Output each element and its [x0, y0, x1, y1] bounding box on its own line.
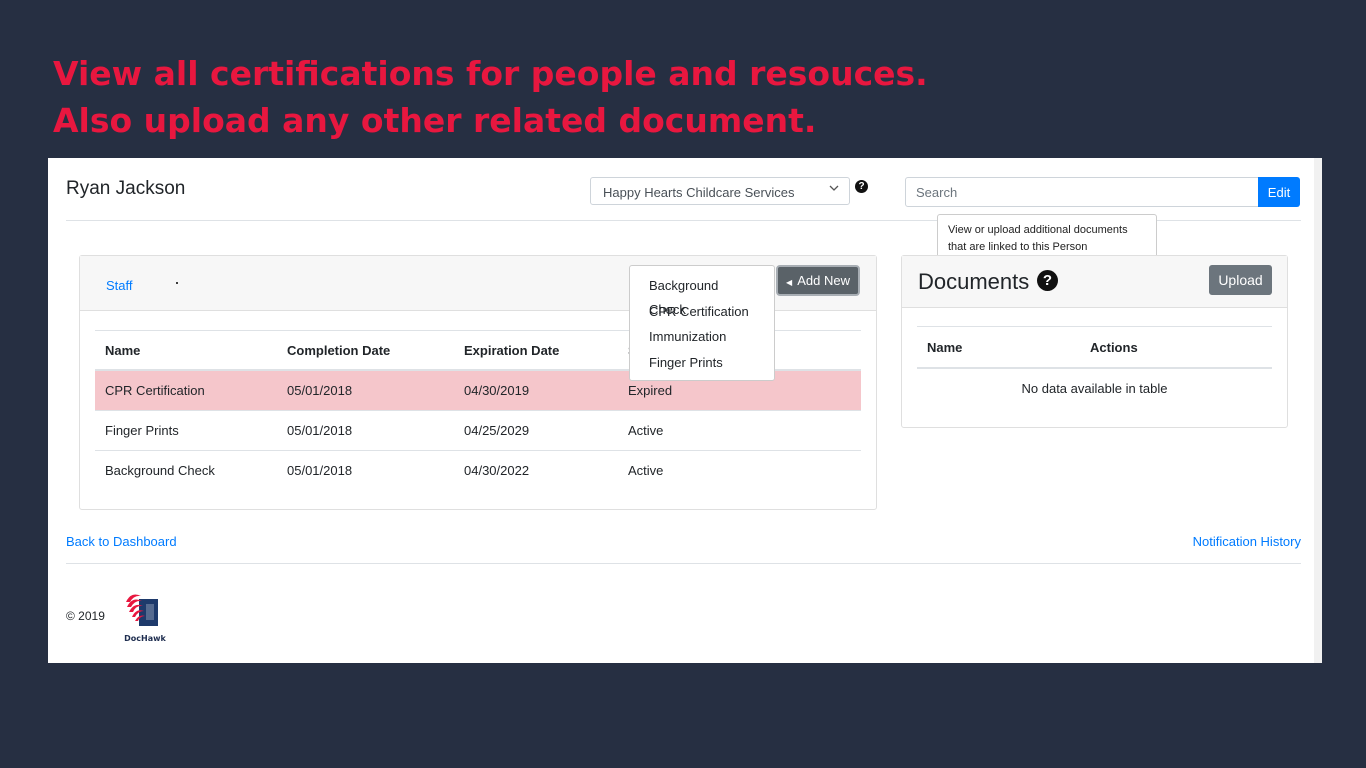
- menu-item-finger-prints[interactable]: Finger Prints: [630, 351, 774, 377]
- organization-select-value: Happy Hearts Childcare Services: [603, 185, 795, 200]
- menu-item-background-check[interactable]: Background Check: [630, 274, 774, 317]
- headline-line-1: View all certifications for people and r…: [53, 54, 928, 93]
- app-screen: Ryan Jackson Happy Hearts Childcare Serv…: [48, 158, 1322, 663]
- cell-name: CPR Certification: [95, 370, 277, 411]
- cell-completion-date: 05/01/2018: [277, 370, 454, 411]
- tab-staff[interactable]: Staff: [106, 278, 133, 293]
- cell-expiration-date: 04/25/2029: [454, 410, 618, 451]
- chevron-down-icon: [829, 183, 839, 196]
- cell-status: Active: [618, 450, 861, 490]
- organization-select[interactable]: Happy Hearts Childcare Services: [590, 177, 850, 205]
- cell-expiration-date: 04/30/2019: [454, 370, 618, 411]
- organization-help-icon[interactable]: ?: [855, 180, 868, 193]
- documents-table: Name Actions No data available in table: [917, 326, 1272, 407]
- person-name: Ryan Jackson: [66, 178, 186, 199]
- dochawk-logo: DocHawk: [124, 590, 166, 650]
- menu-item-cpr-certification[interactable]: CPR Certification: [630, 300, 774, 326]
- tooltip-line-2: that are linked to this Person: [948, 241, 1088, 253]
- empty-message: No data available in table: [1021, 380, 1168, 396]
- cell-completion-date: 05/01/2018: [277, 410, 454, 451]
- table-row[interactable]: Background Check 05/01/2018 04/30/2022 A…: [95, 450, 861, 490]
- cell-name: Finger Prints: [95, 410, 277, 451]
- column-header-name[interactable]: Name: [95, 330, 277, 371]
- documents-card-header: Documents ? Upload: [902, 256, 1287, 308]
- documents-title: Documents: [918, 269, 1030, 294]
- menu-item-immunization[interactable]: Immunization: [630, 325, 774, 351]
- edit-button[interactable]: Edit: [1258, 177, 1300, 207]
- back-to-dashboard-link[interactable]: Back to Dashboard: [66, 534, 177, 549]
- tooltip-line-1: View or upload additional documents: [948, 224, 1128, 236]
- caret-left-icon: ◀: [786, 278, 793, 287]
- cell-status: Active: [618, 410, 861, 451]
- scroll-edge: [1314, 158, 1322, 663]
- add-new-button[interactable]: ◀ Add New: [776, 265, 860, 296]
- cell-completion-date: 05/01/2018: [277, 450, 454, 490]
- column-header-expiration-date[interactable]: Expiration Date: [454, 330, 618, 371]
- add-new-label: Add New: [797, 273, 850, 288]
- empty-row: No data available in table: [917, 368, 1272, 407]
- documents-card: Documents ? Upload Name Actions No data …: [901, 255, 1288, 428]
- footer-divider: [66, 563, 1301, 564]
- search-input[interactable]: [905, 177, 1259, 207]
- cell-name: Background Check: [95, 450, 277, 490]
- table-header-row: Name Actions: [917, 326, 1272, 369]
- notification-history-link[interactable]: Notification History: [1193, 534, 1301, 549]
- hawk-logo-icon: [126, 594, 158, 626]
- documents-tooltip: View or upload additional documents that…: [937, 214, 1157, 269]
- cursor-dot: [176, 282, 178, 284]
- documents-help-icon[interactable]: ?: [1037, 270, 1058, 291]
- column-header-name[interactable]: Name: [917, 326, 1080, 369]
- upload-button[interactable]: Upload: [1209, 265, 1272, 295]
- cell-expiration-date: 04/30/2022: [454, 450, 618, 490]
- logo-text: DocHawk: [124, 634, 166, 643]
- column-header-completion-date[interactable]: Completion Date: [277, 330, 454, 371]
- table-row[interactable]: Finger Prints 05/01/2018 04/25/2029 Acti…: [95, 410, 861, 451]
- headline-line-2: Also upload any other related document.: [53, 101, 817, 140]
- headline: View all certifications for people and r…: [53, 50, 928, 144]
- copyright: © 2019: [66, 609, 105, 623]
- add-new-menu: Background Check CPR Certification Immun…: [629, 265, 775, 381]
- column-header-actions: Actions: [1080, 326, 1272, 369]
